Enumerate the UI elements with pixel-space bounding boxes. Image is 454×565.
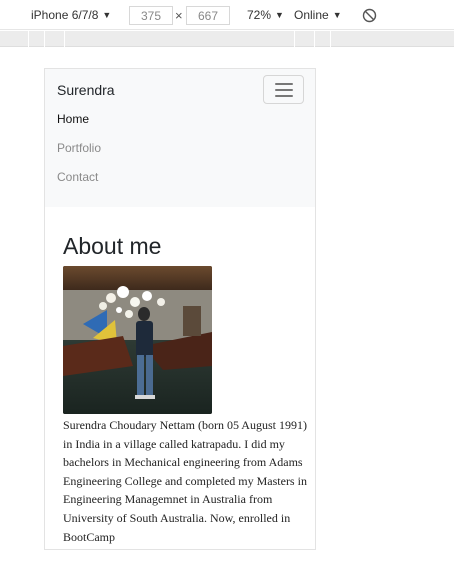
- navbar-brand[interactable]: Surendra: [57, 82, 115, 98]
- rotate-icon: [362, 8, 377, 22]
- navbar: Surendra Home Portfolio Contact: [45, 69, 315, 207]
- height-input[interactable]: 667: [186, 6, 230, 25]
- width-input[interactable]: 375: [129, 6, 173, 25]
- nav-link-contact[interactable]: Contact: [57, 170, 98, 184]
- device-toolbar: iPhone 6/7/8 ▼ 375 × 667 72% ▼ Online ▼: [0, 0, 454, 30]
- media-query-ruler: [0, 31, 454, 47]
- network-label: Online: [294, 8, 329, 22]
- nav-link-home[interactable]: Home: [57, 112, 89, 126]
- rotate-button[interactable]: [362, 0, 377, 30]
- nav-link-portfolio[interactable]: Portfolio: [57, 141, 101, 155]
- device-viewport: Surendra Home Portfolio Contact About me: [44, 68, 316, 550]
- hamburger-icon-line: [274, 88, 293, 91]
- hamburger-icon-line: [274, 94, 293, 97]
- page-title: About me: [63, 233, 162, 259]
- caret-down-icon: ▼: [102, 10, 112, 20]
- caret-down-icon: ▼: [275, 10, 284, 20]
- profile-photo: [63, 266, 212, 414]
- navbar-toggler-button[interactable]: [263, 75, 304, 104]
- zoom-label: 72%: [247, 8, 272, 22]
- caret-down-icon: ▼: [332, 10, 342, 20]
- zoom-select[interactable]: 72% ▼: [247, 0, 284, 30]
- hamburger-icon: [274, 82, 293, 85]
- network-throttle-select[interactable]: Online ▼: [294, 0, 342, 30]
- about-paragraph: Surendra Choudary Nettam (born 05 August…: [63, 418, 307, 544]
- dimension-separator: ×: [175, 7, 183, 23]
- device-label: iPhone 6/7/8: [31, 8, 99, 22]
- device-select[interactable]: iPhone 6/7/8 ▼: [31, 0, 111, 30]
